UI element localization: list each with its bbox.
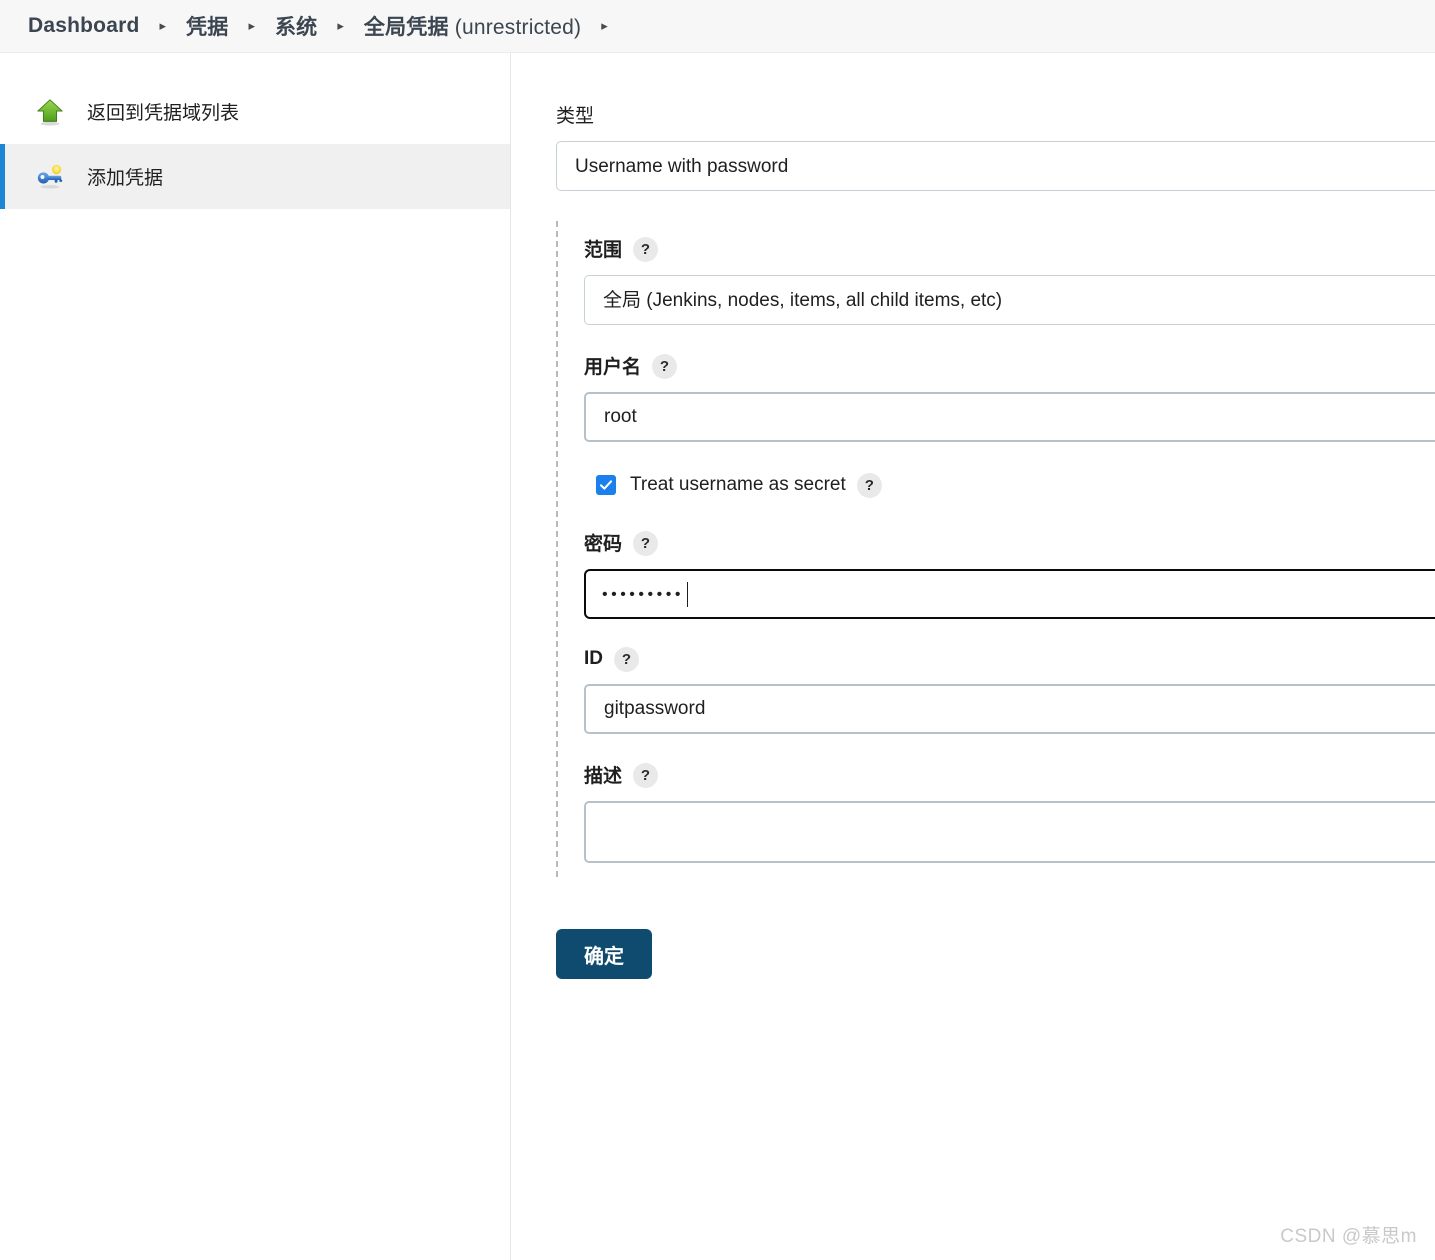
type-field-group: 类型 Username with password <box>556 101 1435 191</box>
help-icon[interactable]: ? <box>614 647 639 672</box>
description-label: 描述 ? <box>584 761 1435 788</box>
help-icon[interactable]: ? <box>633 531 659 556</box>
description-field-group: 描述 ? <box>584 761 1435 863</box>
password-label: 密码 ? <box>584 529 1435 556</box>
description-label-text: 描述 <box>584 766 623 787</box>
breadcrumb-item-credentials[interactable]: 凭据 <box>186 11 228 41</box>
chevron-right-icon: ▸ <box>159 17 167 33</box>
submit-area: 确定 <box>556 929 1435 979</box>
password-input-inner: ••••••••• <box>586 571 1435 617</box>
password-input[interactable]: ••••••••• <box>584 569 1435 619</box>
key-icon <box>33 160 67 194</box>
id-field-group: ID ? <box>584 646 1435 734</box>
id-label: ID ? <box>584 646 1435 672</box>
text-caret <box>686 581 688 607</box>
credential-fields-container: 范围 ? 全局 (Jenkins, nodes, items, all chil… <box>556 221 1435 877</box>
breadcrumb: Dashboard ▸ 凭据 ▸ 系统 ▸ 全局凭据 (unrestricted… <box>0 0 1435 53</box>
password-masked-value: ••••••••• <box>602 586 684 603</box>
sidebar: 返回到凭据域列表 添加凭据 <box>0 53 511 1260</box>
sidebar-item-label: 返回到凭据域列表 <box>87 103 240 124</box>
breadcrumb-global-label: 全局凭据 <box>363 16 455 39</box>
id-label-text: ID <box>584 647 603 669</box>
username-field-group: 用户名 ? <box>584 352 1435 442</box>
username-label: 用户名 ? <box>584 352 1435 379</box>
breadcrumb-item-dashboard[interactable]: Dashboard <box>28 14 140 38</box>
breadcrumb-global-suffix: (unrestricted) <box>454 16 582 39</box>
help-icon[interactable]: ? <box>856 473 882 498</box>
treat-username-as-secret-row[interactable]: Treat username as secret ? <box>596 472 1435 498</box>
breadcrumb-item-global-credentials[interactable]: 全局凭据 (unrestricted) <box>364 11 581 41</box>
username-label-text: 用户名 <box>584 357 642 378</box>
scope-select[interactable]: 全局 (Jenkins, nodes, items, all child ite… <box>584 275 1435 325</box>
up-arrow-icon <box>33 95 67 129</box>
help-icon[interactable]: ? <box>633 237 659 262</box>
watermark: CSDN @慕思m <box>1280 1226 1417 1247</box>
id-input[interactable] <box>584 684 1435 734</box>
password-field-group: 密码 ? ••••••••• <box>584 529 1435 619</box>
submit-button[interactable]: 确定 <box>556 929 652 979</box>
credentials-form-panel: 类型 Username with password 范围 ? 全局 (Jenki… <box>511 53 1435 1260</box>
scope-label: 范围 ? <box>584 235 1435 262</box>
treat-username-as-secret-checkbox[interactable] <box>596 474 616 495</box>
scope-field-group: 范围 ? 全局 (Jenkins, nodes, items, all chil… <box>584 235 1435 325</box>
type-label-text: 类型 <box>556 106 595 127</box>
type-select[interactable]: Username with password <box>556 141 1435 191</box>
sidebar-item-add-credentials[interactable]: 添加凭据 <box>0 144 510 209</box>
scope-label-text: 范围 <box>584 240 623 261</box>
help-icon[interactable]: ? <box>652 354 678 379</box>
treat-username-as-secret-label: Treat username as secret <box>630 473 846 495</box>
type-label: 类型 <box>556 101 1435 128</box>
help-icon[interactable]: ? <box>633 763 659 788</box>
sidebar-item-back-to-domain-list[interactable]: 返回到凭据域列表 <box>0 79 510 144</box>
chevron-right-icon: ▸ <box>337 17 344 33</box>
username-input[interactable] <box>584 392 1435 442</box>
sidebar-item-label: 添加凭据 <box>87 168 164 189</box>
chevron-right-icon: ▸ <box>601 17 608 33</box>
password-label-text: 密码 <box>584 534 623 555</box>
chevron-right-icon: ▸ <box>248 17 255 33</box>
breadcrumb-item-system[interactable]: 系统 <box>275 11 317 41</box>
description-textarea[interactable] <box>584 801 1435 863</box>
